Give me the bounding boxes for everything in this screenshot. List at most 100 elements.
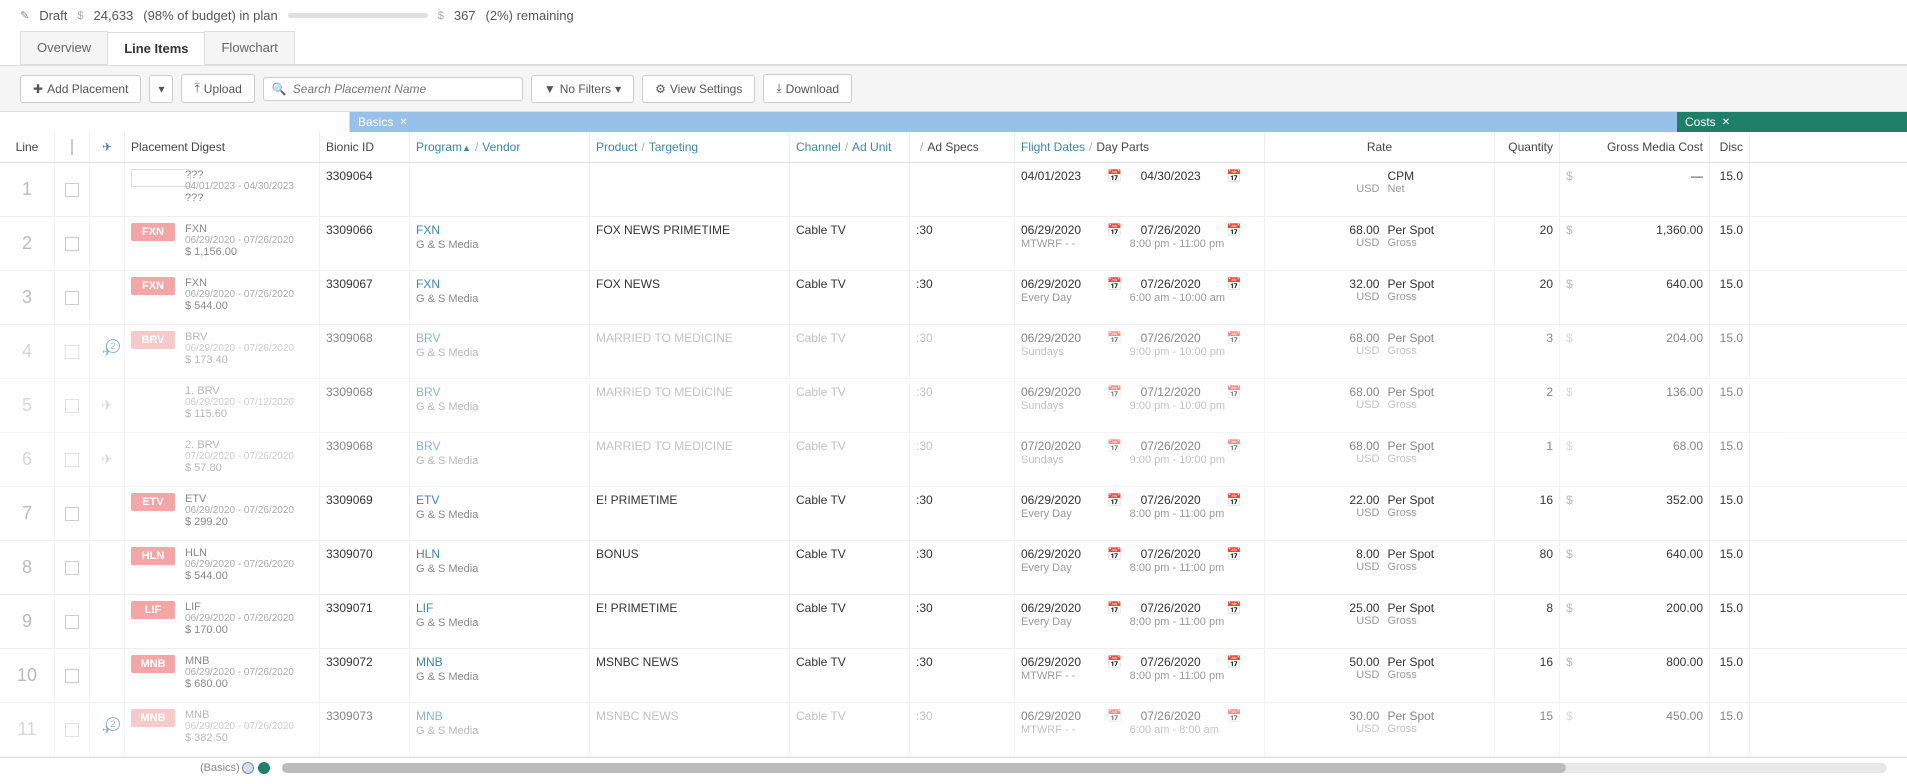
gmc-cell[interactable]: $450.00 [1560,703,1710,756]
flight-end-date[interactable]: 07/26/2020 [1141,277,1221,291]
bionic-id-cell[interactable]: 3309068 [320,379,410,432]
program-link[interactable]: FXN [416,223,583,237]
calendar-icon[interactable]: 📅 [1107,439,1122,453]
adspec-cell[interactable]: :30 [910,217,1015,270]
flight-start-date[interactable]: 07/20/2020 [1021,439,1101,453]
flight-start-date[interactable]: 06/29/2020 [1021,331,1101,345]
header-line[interactable]: Line [0,132,55,162]
calendar-icon[interactable]: 📅 [1227,709,1242,723]
header-vendor[interactable]: Vendor [482,140,520,154]
checkbox-icon[interactable] [65,669,79,683]
bionic-id-cell[interactable]: 3309066 [320,217,410,270]
calendar-icon[interactable]: 📅 [1227,169,1242,183]
flight-cell[interactable]: 06/29/2020📅 07/26/2020📅Every Day 6:00 am… [1015,271,1265,324]
quantity-cell[interactable]: 3 [1495,325,1560,378]
header-flight[interactable]: Flight Dates [1021,140,1085,154]
product-cell[interactable]: MARRIED TO MEDICINE [590,325,790,378]
bionic-id-cell[interactable]: 3309069 [320,487,410,540]
flight-end-date[interactable]: 07/26/2020 [1141,493,1221,507]
gmc-cell[interactable]: $640.00 [1560,541,1710,594]
calendar-icon[interactable]: 📅 [1227,385,1242,399]
bionic-id-cell[interactable]: 3309068 [320,325,410,378]
digest-input[interactable] [131,169,191,187]
add-placement-dropdown[interactable]: ▾ [149,75,173,103]
channel-cell[interactable] [790,163,910,216]
rate-cell[interactable]: 68.00Per SpotUSDGross [1265,325,1495,378]
calendar-icon[interactable]: 📅 [1107,277,1122,291]
product-cell[interactable] [590,163,790,216]
discount-cell[interactable]: 15.0 [1710,649,1750,702]
product-cell[interactable]: E! PRIMETIME [590,595,790,648]
bionic-id-cell[interactable]: 3309067 [320,271,410,324]
discount-cell[interactable]: 15.0 [1710,163,1750,216]
flight-split-icon[interactable]: ✈2 [102,345,112,359]
header-dayparts[interactable]: Day Parts [1096,140,1149,154]
table-row[interactable]: 4✈2BRVBRV06/29/2020 - 07/26/2020$ 173.40… [0,325,1907,379]
flight-start-date[interactable]: 06/29/2020 [1021,277,1101,291]
product-cell[interactable]: BONUS [590,541,790,594]
placement-digest-cell[interactable]: 2. BRV07/20/2020 - 07/26/2020$ 57.80 [125,433,320,486]
quantity-cell[interactable]: 1 [1495,433,1560,486]
calendar-icon[interactable]: 📅 [1227,655,1242,669]
product-cell[interactable]: MSNBC NEWS [590,649,790,702]
flight-cell[interactable]: 04/01/2023📅 04/30/2023📅 [1015,163,1265,216]
rate-cell[interactable]: 68.00Per SpotUSDGross [1265,433,1495,486]
tab-flowchart[interactable]: Flowchart [204,31,294,64]
rate-cell[interactable]: 25.00Per SpotUSDGross [1265,595,1495,648]
discount-cell[interactable]: 15.0 [1710,379,1750,432]
calendar-icon[interactable]: 📅 [1107,655,1122,669]
program-link[interactable]: MNB [416,709,583,723]
placement-digest-cell[interactable]: HLNHLN06/29/2020 - 07/26/2020$ 544.00 [125,541,320,594]
program-vendor-cell[interactable]: HLNG & S Media [410,541,590,594]
discount-cell[interactable]: 15.0 [1710,217,1750,270]
header-discount[interactable]: Disc [1710,132,1750,162]
calendar-icon[interactable]: 📅 [1227,547,1242,561]
adspec-cell[interactable]: :30 [910,271,1015,324]
flight-start-date[interactable]: 06/29/2020 [1021,709,1101,723]
header-rate[interactable]: Rate [1265,132,1495,162]
footer-dot-green[interactable] [258,762,270,774]
gmc-cell[interactable]: $640.00 [1560,271,1710,324]
placement-digest-cell[interactable]: ETVETV06/29/2020 - 07/26/2020$ 299.20 [125,487,320,540]
rate-cell[interactable]: 68.00Per SpotUSDGross [1265,217,1495,270]
program-vendor-cell[interactable]: BRVG & S Media [410,379,590,432]
program-vendor-cell[interactable]: MNBG & S Media [410,649,590,702]
search-box[interactable]: 🔍 [263,77,523,101]
gmc-cell[interactable]: $204.00 [1560,325,1710,378]
header-placement-digest[interactable]: Placement Digest [125,132,320,162]
search-input[interactable] [293,82,514,96]
program-vendor-cell[interactable]: BRVG & S Media [410,325,590,378]
adspec-cell[interactable]: :30 [910,487,1015,540]
footer-dot-blue[interactable] [242,762,254,774]
flight-cell[interactable]: 06/29/2020📅 07/26/2020📅Sundays 9:00 pm -… [1015,325,1265,378]
view-settings-button[interactable]: ⚙View Settings [642,75,755,103]
placement-digest-cell[interactable]: 1. BRV06/29/2020 - 07/12/2020$ 115.60 [125,379,320,432]
channel-cell[interactable]: Cable TV [790,595,910,648]
table-row[interactable]: 11✈2MNBMNB06/29/2020 - 07/26/2020$ 382.5… [0,703,1907,757]
horizontal-scrollbar[interactable] [282,763,1887,773]
quantity-cell[interactable] [1495,163,1560,216]
flight-split-icon[interactable]: ✈2 [102,723,112,737]
calendar-icon[interactable]: 📅 [1107,547,1122,561]
calendar-icon[interactable]: 📅 [1227,493,1242,507]
product-cell[interactable]: MARRIED TO MEDICINE [590,433,790,486]
table-row[interactable]: 6✈2. BRV07/20/2020 - 07/26/2020$ 57.8033… [0,433,1907,487]
calendar-icon[interactable]: 📅 [1227,277,1242,291]
quantity-cell[interactable]: 16 [1495,649,1560,702]
bionic-id-cell[interactable]: 3309071 [320,595,410,648]
checkbox-icon[interactable] [71,139,73,155]
calendar-icon[interactable]: 📅 [1107,223,1122,237]
discount-cell[interactable]: 15.0 [1710,271,1750,324]
rate-cell[interactable]: 50.00Per SpotUSDGross [1265,649,1495,702]
adspec-cell[interactable]: :30 [910,325,1015,378]
flight-end-date[interactable]: 07/26/2020 [1141,223,1221,237]
rate-cell[interactable]: 22.00Per SpotUSDGross [1265,487,1495,540]
tab-overview[interactable]: Overview [20,31,108,64]
program-link[interactable]: BRV [416,385,583,399]
checkbox-icon[interactable] [65,453,79,467]
adspec-cell[interactable]: :30 [910,703,1015,756]
band-costs[interactable]: Costs✕ [1677,112,1907,132]
discount-cell[interactable]: 15.0 [1710,325,1750,378]
channel-cell[interactable]: Cable TV [790,433,910,486]
flight-end-date[interactable]: 04/30/2023 [1141,169,1221,183]
